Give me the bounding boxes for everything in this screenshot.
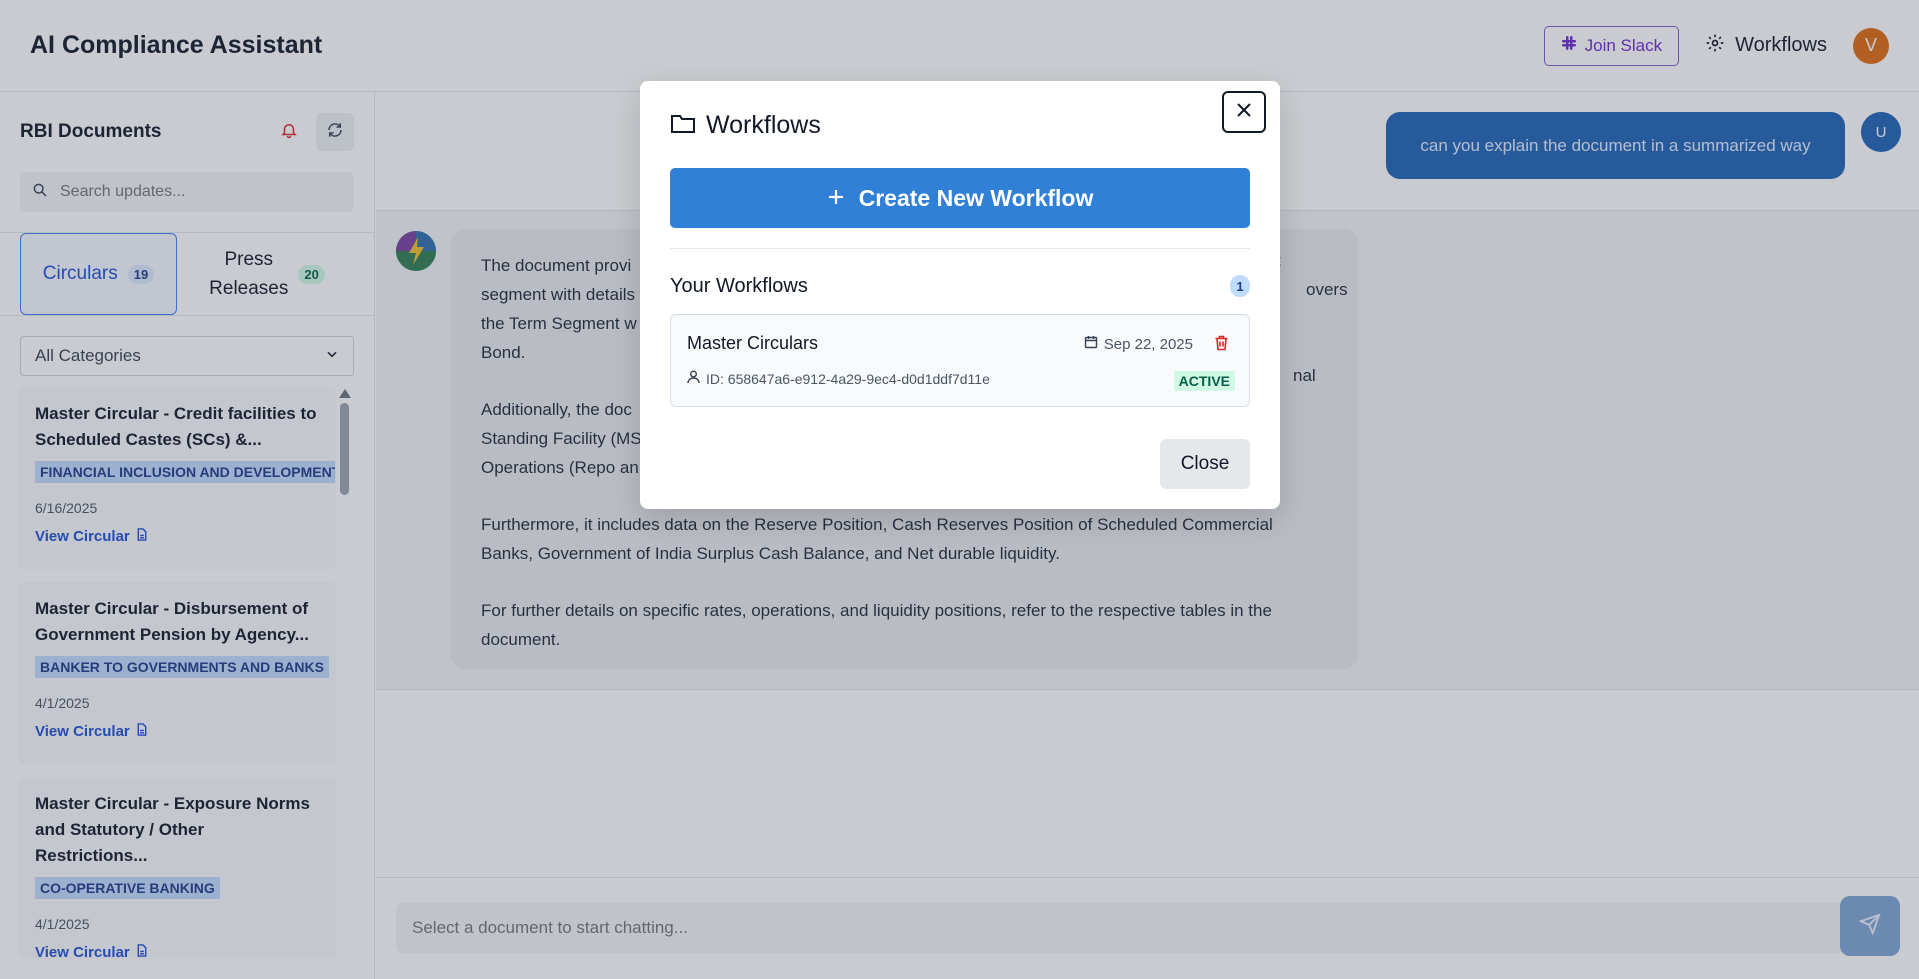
divider bbox=[670, 248, 1250, 249]
user-icon bbox=[687, 370, 700, 387]
trash-icon[interactable] bbox=[1214, 335, 1229, 356]
your-workflows-title: Your Workflows bbox=[670, 274, 808, 297]
workflow-id: ID: 658647a6-e912-4a29-9ec4-d0d1ddf7d11e bbox=[687, 370, 1233, 387]
folder-icon bbox=[670, 111, 696, 140]
workflow-date-text: Sep 22, 2025 bbox=[1103, 335, 1193, 353]
create-workflow-button[interactable]: Create New Workflow bbox=[670, 168, 1250, 228]
workflow-count-badge: 1 bbox=[1230, 275, 1250, 297]
calendar-icon bbox=[1084, 335, 1098, 353]
close-icon bbox=[1234, 100, 1254, 125]
create-workflow-label: Create New Workflow bbox=[858, 184, 1094, 211]
close-button[interactable]: Close bbox=[1160, 439, 1250, 489]
your-workflows-header: Your Workflows 1 bbox=[670, 273, 1250, 299]
status-badge: ACTIVE bbox=[1173, 371, 1235, 391]
workflow-item[interactable]: Master Circulars Sep 22, 2025 ID: 658647… bbox=[670, 314, 1250, 407]
workflow-id-text: ID: 658647a6-e912-4a29-9ec4-d0d1ddf7d11e bbox=[706, 370, 990, 387]
workflows-modal: Workflows Create New Workflow Your Workf… bbox=[640, 81, 1280, 509]
modal-header: Workflows bbox=[670, 105, 1250, 145]
workflow-date: Sep 22, 2025 bbox=[1084, 335, 1193, 353]
plus-icon bbox=[827, 185, 845, 212]
modal-title: Workflows bbox=[706, 110, 821, 139]
modal-close-button[interactable] bbox=[1222, 91, 1266, 133]
